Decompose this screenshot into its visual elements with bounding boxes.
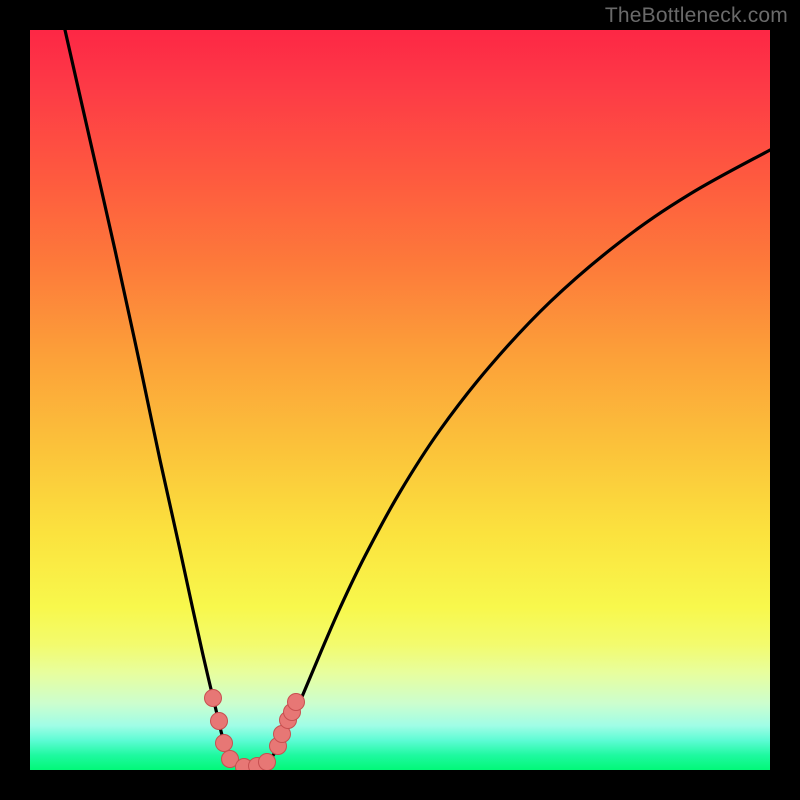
chart-plot-area — [30, 30, 770, 770]
curve-markers — [205, 690, 305, 771]
data-marker — [288, 694, 305, 711]
data-marker — [259, 754, 276, 771]
data-marker — [205, 690, 222, 707]
bottleneck-curve — [65, 30, 770, 768]
chart-svg — [30, 30, 770, 770]
data-marker — [216, 735, 233, 752]
outer-frame: TheBottleneck.com — [0, 0, 800, 800]
watermark-text: TheBottleneck.com — [605, 4, 788, 28]
data-marker — [211, 713, 228, 730]
